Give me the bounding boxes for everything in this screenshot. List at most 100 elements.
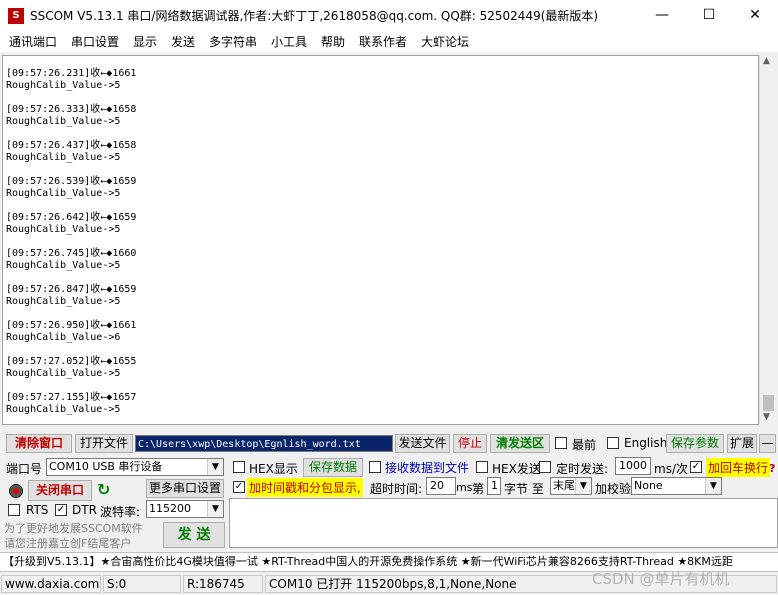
collapse-button[interactable]: — <box>759 434 776 453</box>
log-gap <box>6 236 136 248</box>
status-website[interactable]: www.daxia.com <box>1 575 101 593</box>
interval-input[interactable]: 1000 <box>615 457 651 475</box>
timestamp-checkbox[interactable]: ✓ <box>233 481 245 493</box>
timed-send-checkbox[interactable] <box>539 461 551 473</box>
more-settings-button[interactable]: 更多串口设置 <box>146 479 224 498</box>
close-button[interactable]: ✕ <box>732 0 778 31</box>
expand-button[interactable]: 扩展 <box>727 434 757 453</box>
recv-to-file-checkbox[interactable] <box>369 461 381 473</box>
log-line-value: RoughCalib_Value->5 <box>6 368 121 379</box>
close-port-button[interactable]: 关闭串口 <box>28 480 92 501</box>
byte-end-select[interactable]: 末尾 ▼ <box>550 477 592 495</box>
scroll-thumb[interactable] <box>763 395 774 411</box>
menu-item-forum[interactable]: 大虾论坛 <box>421 33 469 50</box>
chevron-down-icon: ▼ <box>705 478 721 494</box>
log-line-value: RoughCalib_Value->5 <box>6 224 121 235</box>
baud-label: 波特率: <box>100 505 141 519</box>
rts-label: RTS <box>26 503 49 517</box>
log-gap <box>6 308 136 320</box>
topmost-label: 最前 <box>572 438 597 452</box>
status-received-count: R:186745 <box>183 575 263 593</box>
port-select-value: COM10 USB 串行设备 <box>49 460 163 473</box>
send-text-area[interactable] <box>229 498 778 548</box>
topmost-checkbox[interactable] <box>555 437 567 449</box>
interval-unit: ms/次 <box>654 462 688 476</box>
save-params-button[interactable]: 保存参数 <box>666 434 724 453</box>
log-gap <box>6 164 136 176</box>
scroll-down-icon[interactable]: ▼ <box>763 412 770 422</box>
window-title: SSCOM V5.13.1 串口/网络数据调试器,作者:大虾丁丁,2618058… <box>30 9 599 23</box>
menu-item-serial-settings[interactable]: 串口设置 <box>71 33 119 50</box>
log-line-value: RoughCalib_Value->6 <box>6 332 121 343</box>
log-gap <box>6 380 136 392</box>
menu-item-help[interactable]: 帮助 <box>321 33 345 50</box>
log-line-value: RoughCalib_Value->5 <box>6 116 121 127</box>
log-line-value: RoughCalib_Value->5 <box>6 404 121 415</box>
clear-send-button[interactable]: 清发送区 <box>490 434 550 453</box>
menu-item-send[interactable]: 发送 <box>171 33 195 50</box>
baud-select[interactable]: 115200 ▼ <box>146 500 224 518</box>
log-line-timestamp: [09:57:27.052]收←◆1655 <box>6 356 137 367</box>
timeout-input[interactable]: 20 <box>426 477 456 495</box>
english-label: English <box>624 436 668 450</box>
clear-window-button[interactable]: 清除窗口 <box>6 434 72 453</box>
stop-button[interactable]: 停止 <box>453 434 487 453</box>
minimize-button[interactable]: — <box>639 0 685 31</box>
add-crlf-label: 加回车换行 <box>706 458 771 477</box>
log-line-timestamp: [09:57:27.155]收←◆1657 <box>6 392 137 403</box>
receive-text-area[interactable]: [09:57:26.231]收←◆1661 RoughCalib_Value->5… <box>2 55 759 425</box>
log-line-value: RoughCalib_Value->5 <box>6 80 121 91</box>
port-status-indicator <box>6 482 26 500</box>
log-line-value: RoughCalib_Value->5 <box>6 296 121 307</box>
log-line-value: RoughCalib_Value->5 <box>6 188 121 199</box>
log-line-timestamp: [09:57:26.745]收←◆1660 <box>6 248 137 259</box>
log-line-timestamp: [09:57:26.231]收←◆1661 <box>6 68 137 79</box>
hex-display-checkbox[interactable] <box>233 461 245 473</box>
byte-end-value: 末尾 <box>553 479 575 492</box>
help-icon[interactable]: ? <box>769 462 775 475</box>
add-crlf-checkbox[interactable]: ✓ <box>690 461 702 473</box>
refresh-icon[interactable]: ↻ <box>97 480 110 499</box>
recv-to-file-label[interactable]: 接收数据到文件 <box>385 459 469 476</box>
menu-item-display[interactable]: 显示 <box>133 33 157 50</box>
port-select[interactable]: COM10 USB 串行设备 ▼ <box>46 458 224 476</box>
timeout-label: 超时时间: <box>370 482 423 496</box>
menu-item-multi-string[interactable]: 多字符串 <box>209 33 257 50</box>
menu-item-contact-author[interactable]: 联系作者 <box>359 33 407 50</box>
checksum-value: None <box>634 479 663 492</box>
timed-send-label: 定时发送: <box>556 462 609 476</box>
hex-send-label: HEX发送 <box>492 462 541 476</box>
menu-item-tools[interactable]: 小工具 <box>271 33 307 50</box>
hex-send-checkbox[interactable] <box>476 461 488 473</box>
receive-scrollbar[interactable]: ▲ ▼ <box>759 55 776 425</box>
english-checkbox[interactable] <box>607 437 619 449</box>
save-data-button[interactable]: 保存数据 <box>303 458 363 477</box>
log-line-value: RoughCalib_Value->5 <box>6 152 121 163</box>
byte-index-input[interactable]: 1 <box>487 477 501 495</box>
dtr-checkbox[interactable]: ✓ <box>55 504 67 516</box>
chevron-down-icon: ▼ <box>575 478 591 494</box>
register-promo-text: 为了更好地发展SSCOM软件 请您注册嘉立创F结尾客户 <box>4 522 143 550</box>
hex-display-label: HEX显示 <box>249 462 298 476</box>
send-button[interactable]: 发 送 <box>163 522 225 548</box>
send-file-button[interactable]: 发送文件 <box>395 434 450 453</box>
title-bar: S SSCOM V5.13.1 串口/网络数据调试器,作者:大虾丁丁,26180… <box>0 0 778 31</box>
menu-item-comm-port[interactable]: 通讯端口 <box>9 33 57 50</box>
maximize-button[interactable]: ☐ <box>686 0 732 31</box>
log-line-value: RoughCalib_Value->5 <box>6 260 121 271</box>
rts-checkbox[interactable] <box>8 504 20 516</box>
log-line-timestamp: [09:57:26.847]收←◆1659 <box>6 284 137 295</box>
nth-label: 第 <box>472 482 485 496</box>
log-gap <box>6 344 136 356</box>
baud-value: 115200 <box>149 502 191 515</box>
scroll-up-icon[interactable]: ▲ <box>763 56 770 66</box>
log-line-timestamp: [09:57:26.950]收←◆1661 <box>6 320 137 331</box>
checksum-select[interactable]: None ▼ <box>631 477 722 495</box>
checksum-label: 加校验 <box>595 482 632 496</box>
menu-bar: 通讯端口 串口设置 显示 发送 多字符串 小工具 帮助 联系作者 大虾论坛 <box>0 31 778 52</box>
log-gap <box>6 92 136 104</box>
open-file-button[interactable]: 打开文件 <box>75 434 133 453</box>
file-path-input[interactable]: C:\Users\xwp\Desktop\Egnlish_word.txt <box>135 435 393 452</box>
byte-range-label: 字节 至 <box>504 482 544 496</box>
log-line-timestamp: [09:57:26.642]收←◆1659 <box>6 212 137 223</box>
